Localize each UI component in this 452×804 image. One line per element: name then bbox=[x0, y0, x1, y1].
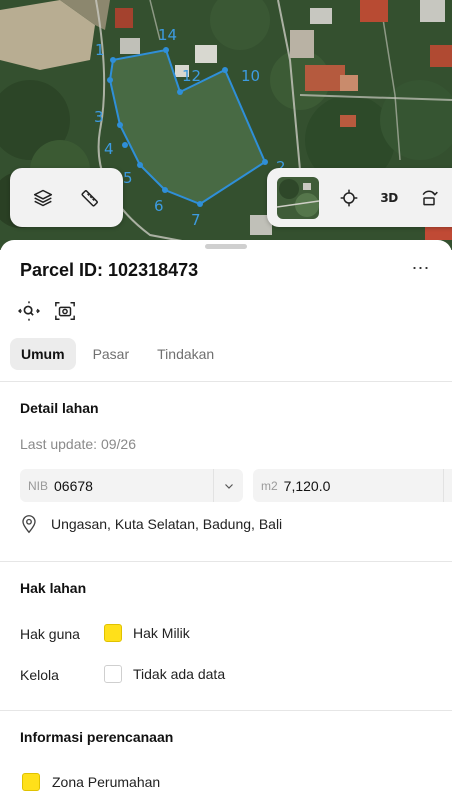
vertex-label: 1 bbox=[95, 41, 105, 59]
location-row: Ungasan, Kuta Selatan, Badung, Bali bbox=[20, 514, 282, 534]
map-view-panel: 3D bbox=[267, 168, 452, 227]
camera-capture-icon bbox=[55, 302, 75, 320]
more-options-button[interactable]: ⋯ bbox=[408, 256, 434, 280]
color-swatch bbox=[104, 624, 122, 642]
tab-tindakan[interactable]: Tindakan bbox=[146, 338, 225, 370]
kelola-label: Kelola bbox=[20, 667, 59, 683]
area-field[interactable]: m2 7,120.0 bbox=[253, 469, 452, 502]
hak-guna-value: Hak Milik bbox=[104, 624, 190, 642]
divider bbox=[0, 710, 452, 711]
vertex-label: 5 bbox=[123, 169, 133, 187]
ellipsis-icon: ⋯ bbox=[411, 257, 431, 278]
nib-field[interactable]: NIB 06678 bbox=[20, 469, 243, 502]
last-update-text: Last update: 09/26 bbox=[20, 436, 136, 452]
3d-label: 3D bbox=[380, 190, 398, 205]
divider bbox=[0, 381, 452, 382]
divider bbox=[0, 561, 452, 562]
layers-icon bbox=[34, 189, 53, 206]
vertex-label: 4 bbox=[104, 140, 114, 158]
rotate-button[interactable] bbox=[409, 178, 449, 218]
nib-value: 06678 bbox=[54, 477, 93, 494]
3d-button[interactable]: 3D bbox=[369, 178, 409, 218]
crosshair-icon bbox=[340, 189, 358, 206]
parcel-sheet: Parcel ID: 102318473 ⋯ Umum Pasar Tindak… bbox=[0, 240, 452, 804]
color-swatch bbox=[104, 665, 122, 683]
locate-button[interactable] bbox=[329, 178, 369, 218]
map-view[interactable]: 1 12 3 4 5 6 7 10 14 2 3D bbox=[0, 0, 452, 250]
location-pin-icon bbox=[22, 515, 36, 534]
basemap-toggle[interactable] bbox=[277, 176, 319, 219]
zoom-to-parcel-button[interactable] bbox=[18, 300, 40, 322]
section-title-planning: Informasi perencanaan bbox=[20, 729, 174, 745]
nib-label: NIB bbox=[28, 478, 49, 493]
layers-button[interactable] bbox=[23, 178, 63, 218]
field-separator bbox=[443, 469, 444, 502]
vertex-label: 14 bbox=[158, 26, 177, 44]
hak-guna-text: Hak Milik bbox=[133, 625, 190, 641]
measure-button[interactable] bbox=[70, 178, 110, 218]
zone-row: Zona Perumahan bbox=[22, 773, 160, 791]
rotate-icon bbox=[422, 190, 438, 205]
hak-guna-label: Hak guna bbox=[20, 626, 80, 642]
vertex-label: 12 bbox=[182, 67, 201, 85]
section-title-detail: Detail lahan bbox=[20, 400, 99, 416]
screenshot-button[interactable] bbox=[54, 300, 76, 322]
kelola-text: Tidak ada data bbox=[133, 666, 226, 682]
chevron-down-icon bbox=[224, 483, 233, 489]
zoom-fit-icon bbox=[18, 301, 40, 321]
tab-pasar[interactable]: Pasar bbox=[82, 338, 141, 370]
color-swatch bbox=[22, 773, 40, 791]
nib-dropdown-button[interactable] bbox=[213, 469, 243, 502]
page-title: Parcel ID: 102318473 bbox=[20, 260, 199, 280]
area-value: 7,120.0 bbox=[283, 477, 331, 494]
location-text: Ungasan, Kuta Selatan, Badung, Bali bbox=[51, 516, 283, 532]
sheet-drag-handle[interactable] bbox=[205, 244, 247, 249]
tab-bar: Umum Pasar Tindakan bbox=[10, 338, 225, 370]
map-tool-panel bbox=[10, 168, 123, 227]
zone-text: Zona Perumahan bbox=[52, 774, 161, 790]
ruler-icon bbox=[81, 189, 98, 206]
area-unit-label: m2 bbox=[261, 478, 278, 493]
vertex-label: 10 bbox=[241, 67, 260, 85]
satellite-thumbnail bbox=[277, 176, 319, 219]
section-title-rights: Hak lahan bbox=[20, 580, 87, 596]
tab-umum[interactable]: Umum bbox=[10, 338, 76, 370]
vertex-label: 3 bbox=[94, 108, 104, 126]
kelola-value: Tidak ada data bbox=[104, 665, 225, 683]
vertex-label: 6 bbox=[154, 197, 164, 215]
vertex-label: 7 bbox=[191, 211, 201, 229]
